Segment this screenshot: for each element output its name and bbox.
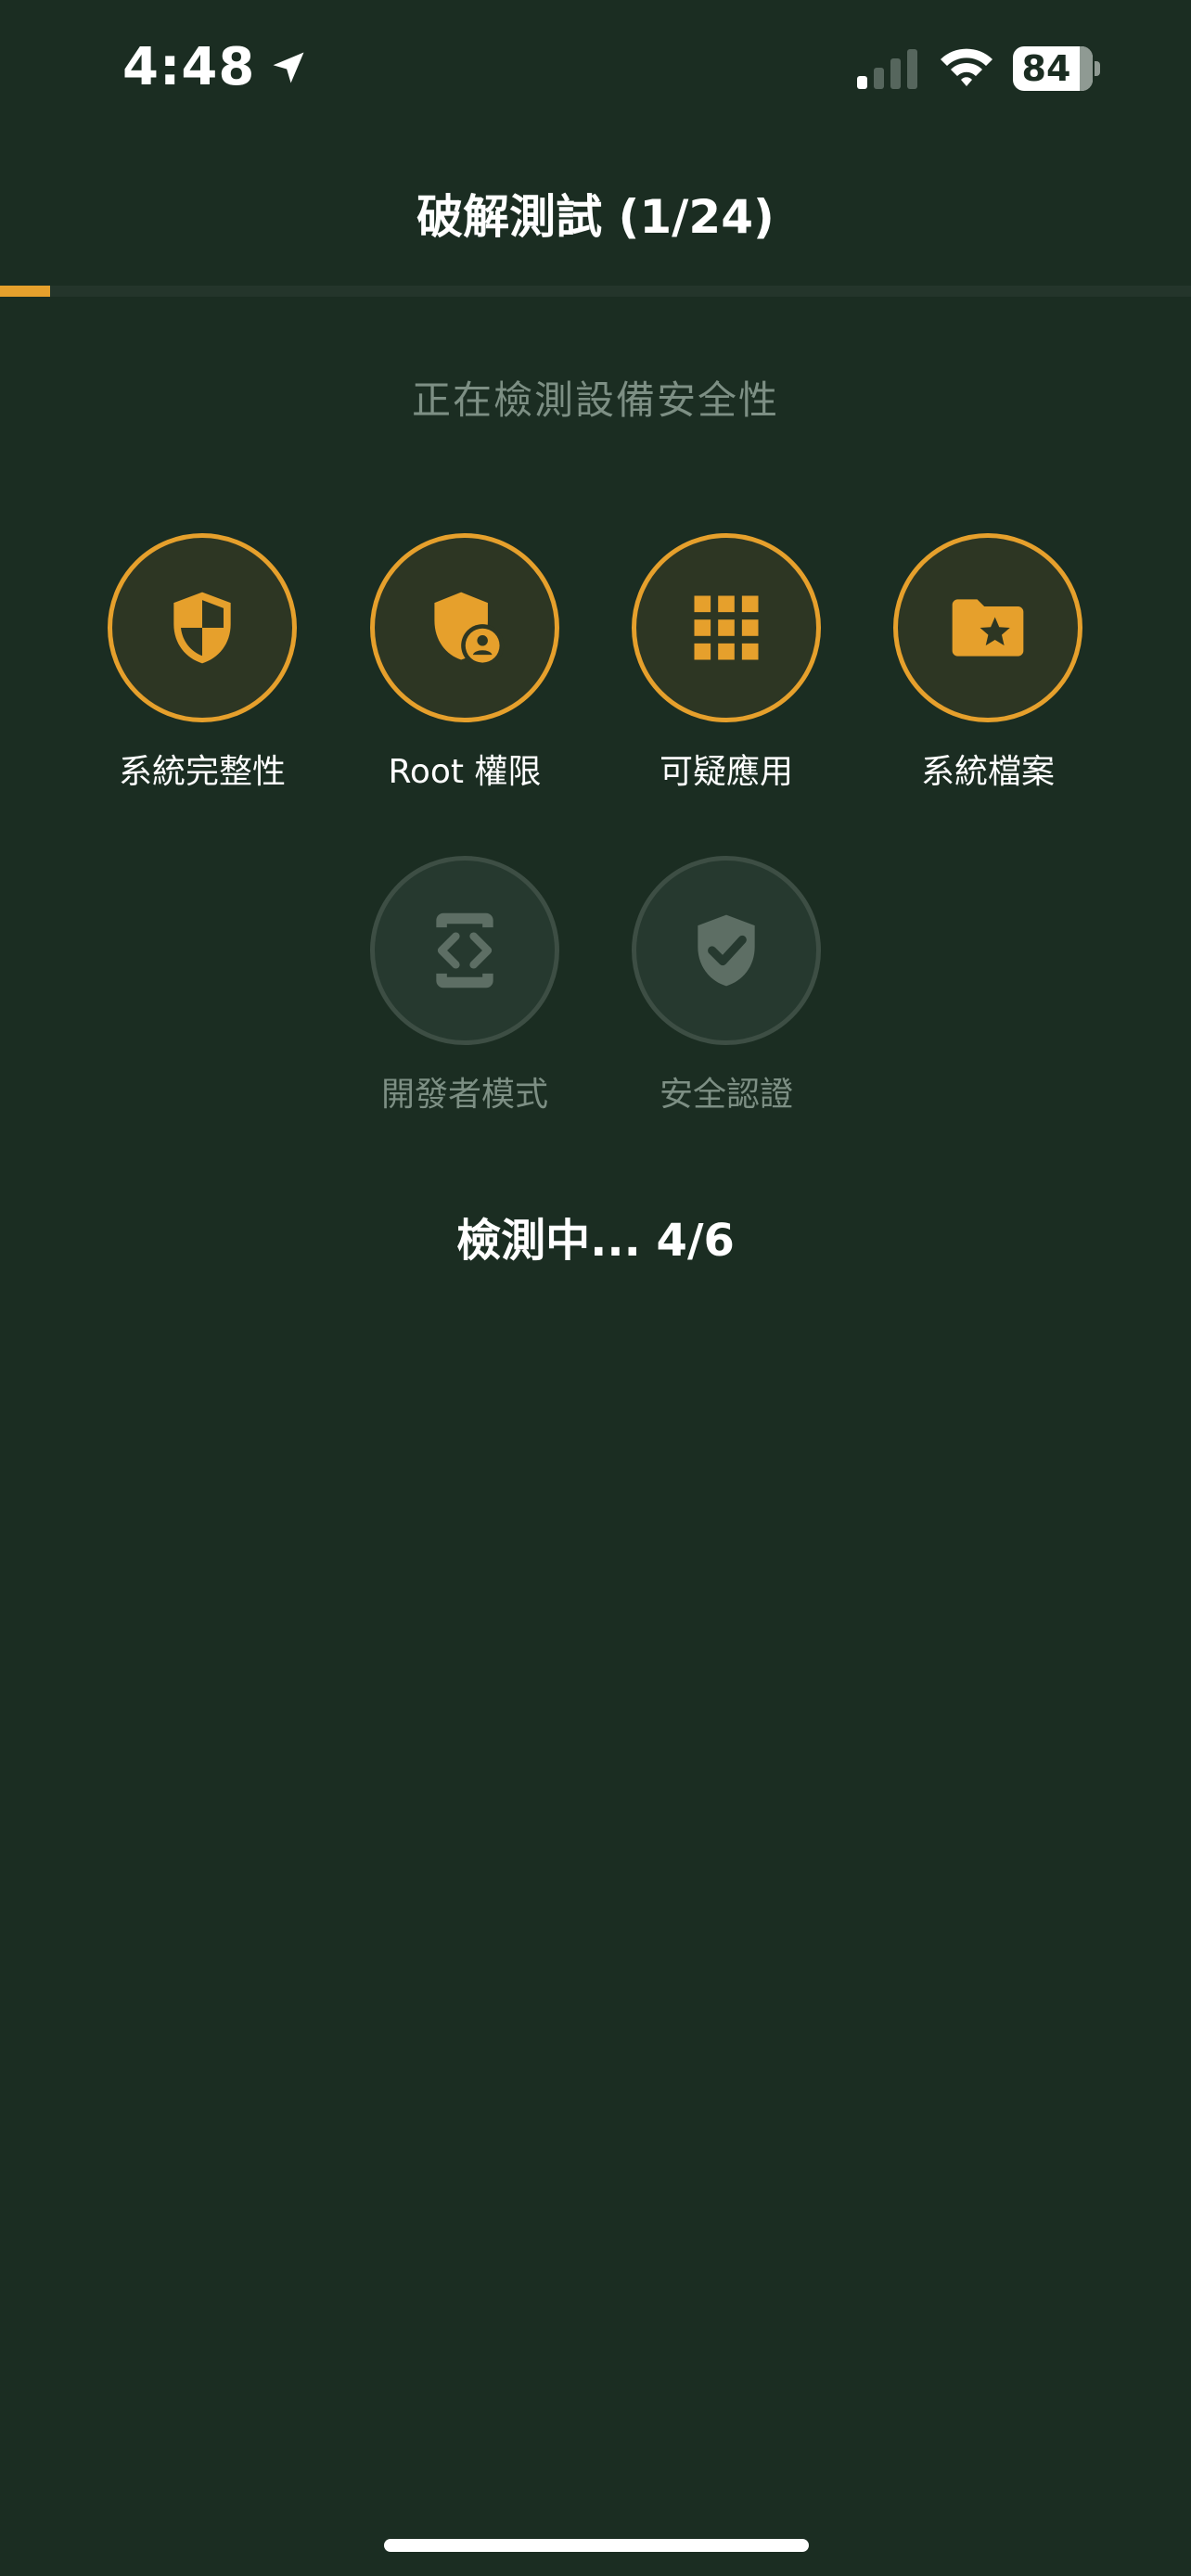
check-label: 系統完整性 — [118, 753, 286, 791]
location-arrow-icon — [273, 52, 304, 83]
check-circle — [370, 533, 559, 722]
scan-subtitle: 正在檢測設備安全性 — [411, 377, 779, 423]
shield-check-icon — [698, 914, 755, 987]
progress-bar-fill — [0, 286, 50, 297]
check-circle — [108, 533, 297, 722]
check-developer-mode: 開發者模式 — [353, 856, 576, 1116]
check-label: 安全認證 — [659, 1076, 793, 1114]
progress-bar — [0, 286, 1191, 297]
code-device-icon — [436, 912, 493, 988]
check-label: 系統檔案 — [920, 753, 1055, 791]
battery-nub — [1095, 61, 1100, 76]
home-indicator[interactable] — [384, 2539, 809, 2552]
check-suspicious-apps: 可疑應用 — [615, 533, 838, 793]
battery-empty-portion — [1080, 46, 1093, 91]
check-system-files: 系統檔案 — [877, 533, 1099, 793]
check-label: Root 權限 — [388, 753, 542, 791]
check-root-access: Root 權限 — [353, 533, 576, 793]
check-label: 可疑應用 — [659, 753, 793, 791]
app-grid-icon — [694, 595, 759, 660]
check-system-integrity: 系統完整性 — [91, 533, 314, 793]
check-circle — [370, 856, 559, 1045]
status-bar: 4:48 84 — [0, 0, 1191, 139]
check-security-certification: 安全認證 — [615, 856, 838, 1116]
check-circle — [893, 533, 1082, 722]
page-title: 破解測試 (1/24) — [416, 190, 775, 244]
status-time: 4:48 — [122, 37, 309, 97]
status-time-text: 4:48 — [122, 37, 256, 97]
check-label: 開發者模式 — [380, 1076, 548, 1114]
folder-star-icon — [952, 599, 1024, 657]
scan-status: 檢測中... 4/6 — [456, 1215, 735, 1267]
check-circle — [632, 533, 821, 722]
check-circle — [632, 856, 821, 1045]
shield-user-icon — [434, 592, 505, 668]
battery-body: 84 — [1013, 46, 1093, 91]
shield-half-icon — [173, 592, 231, 664]
battery-icon: 84 — [1013, 46, 1102, 91]
wifi-icon — [941, 48, 992, 86]
battery-level-text: 84 — [1021, 48, 1071, 89]
cellular-signal-icon — [857, 49, 917, 89]
